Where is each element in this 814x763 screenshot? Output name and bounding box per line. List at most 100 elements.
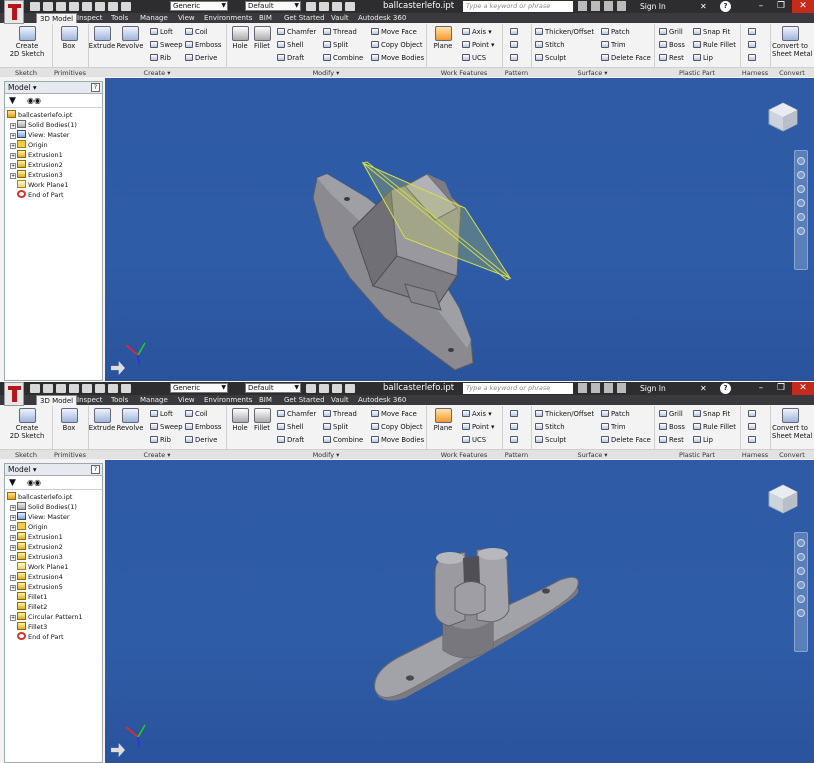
panel-label-create[interactable]: Create ▾ [88,67,226,77]
convert-sheet-metal-button[interactable]: Convert to Sheet Metal [772,408,813,440]
viewcube-icon[interactable] [766,482,800,516]
panel-label-plastic-part[interactable]: Plastic Part [654,449,740,459]
pan-icon[interactable] [797,553,805,561]
create-2d-sketch-button[interactable]: Create 2D Sketch [9,26,45,58]
delete-face-button[interactable]: Delete Face [601,53,651,63]
browser-header[interactable]: Model ▾? [5,464,102,476]
find-icon[interactable]: ◉◉ [27,96,41,105]
favorites-icon[interactable] [617,383,626,393]
look-at-icon[interactable] [797,595,805,603]
browser-help-icon[interactable]: ? [91,83,100,92]
expand-icon[interactable]: + [10,515,16,521]
panel-label-surface[interactable]: Surface ▾ [531,67,654,77]
harness-b-button[interactable] [748,422,758,432]
tree-node-fillet2[interactable]: Fillet2 [7,602,102,612]
tree-node-extrusion1[interactable]: + Extrusion1 [7,150,102,160]
thread-button[interactable]: Thread [323,409,357,419]
clear-icon[interactable] [319,384,329,393]
panel-label-harness[interactable]: Harness [740,67,770,77]
panel-label-modify[interactable]: Modify ▾ [226,67,426,77]
mirror-button[interactable] [510,435,520,445]
select-icon[interactable] [108,2,118,11]
tab-bim[interactable]: BIM [259,13,272,23]
graphics-viewport[interactable] [105,78,814,381]
plane-button[interactable]: Plane [425,408,461,432]
tab-tools[interactable]: Tools [111,13,128,23]
favorites-icon[interactable] [617,1,626,11]
panel-label-primitives[interactable]: Primitives [52,67,88,77]
close-icon[interactable]: ✕ [792,0,814,13]
tree-node-solid-bodies-1-[interactable]: + Solid Bodies(1) [7,502,102,512]
update-icon[interactable] [345,2,355,11]
sign-in-button[interactable]: Sign In [640,382,666,395]
panel-label-convert[interactable]: Convert [770,67,814,77]
sculpt-button[interactable]: Sculpt [535,53,566,63]
snap-fit-button[interactable]: Snap Fit [693,27,730,37]
expand-icon[interactable]: + [10,143,16,149]
tab-tools[interactable]: Tools [111,395,128,405]
open-file-icon[interactable] [43,384,53,393]
help-button[interactable]: ? [720,383,731,394]
point-button[interactable]: Point ▾ [462,40,494,50]
navbar-menu-icon[interactable] [797,227,805,235]
new-file-icon[interactable] [30,384,40,393]
panel-label-pattern[interactable]: Pattern [502,449,531,459]
shell-button[interactable]: Shell [277,422,304,432]
tree-node-solid-bodies-1-[interactable]: + Solid Bodies(1) [7,120,102,130]
save-icon[interactable] [56,2,66,11]
chamfer-button[interactable]: Chamfer [277,409,316,419]
harness-a-button[interactable] [748,27,758,37]
communication-icon[interactable] [604,383,613,393]
expand-icon[interactable]: + [10,173,16,179]
tab-3d-model[interactable]: 3D Model [36,395,78,405]
tree-node-ballcasterlefo-ipt[interactable]: ballcasterlefo.ipt [7,492,102,502]
copy-object-button[interactable]: Copy Object [371,40,423,50]
clear-icon[interactable] [319,2,329,11]
undo-icon[interactable] [69,384,79,393]
panel-label-convert[interactable]: Convert [770,449,814,459]
communication-icon[interactable] [604,1,613,11]
tree-node-fillet1[interactable]: Fillet1 [7,592,102,602]
search-input[interactable]: Type a keyword or phrase [463,1,573,12]
loft-button[interactable]: Loft [150,409,173,419]
select-icon[interactable] [108,384,118,393]
tab-manage[interactable]: Manage [140,13,168,23]
orbit-icon[interactable] [797,581,805,589]
tree-node-extrusion4[interactable]: + Extrusion4 [7,572,102,582]
tab-environments[interactable]: Environments [204,13,252,23]
panel-label-work-features[interactable]: Work Features [426,67,502,77]
orbit-icon[interactable] [797,199,805,207]
sign-in-button[interactable]: Sign In [640,0,666,13]
harness-b-button[interactable] [748,40,758,50]
mirror-button[interactable] [510,53,520,63]
split-button[interactable]: Split [323,422,348,432]
axis-button[interactable]: Axis ▾ [462,27,492,37]
expand-icon[interactable]: + [10,133,16,139]
adjust-icon[interactable] [306,2,316,11]
tree-node-origin[interactable]: + Origin [7,140,102,150]
rect-pattern-button[interactable] [510,27,520,37]
move-face-button[interactable]: Move Face [371,409,417,419]
ucs-button[interactable]: UCS [462,435,486,445]
panel-label-plastic-part[interactable]: Plastic Part [654,67,740,77]
panel-label-modify[interactable]: Modify ▾ [226,449,426,459]
tree-node-view-master[interactable]: + View: Master [7,130,102,140]
move-bodies-button[interactable]: Move Bodies [371,53,424,63]
coil-button[interactable]: Coil [185,409,208,419]
snap-fit-button[interactable]: Snap Fit [693,409,730,419]
expand-icon[interactable]: + [10,585,16,591]
rib-button[interactable]: Rib [150,53,171,63]
zoom-icon[interactable] [797,567,805,575]
inventor-logo-icon[interactable] [4,0,24,24]
boss-button[interactable]: Boss [659,422,685,432]
lip-button[interactable]: Lip [693,53,713,63]
appearance-dropdown[interactable]: Default ▼ [245,383,301,393]
tree-node-extrusion3[interactable]: + Extrusion3 [7,170,102,180]
tree-node-extrusion2[interactable]: + Extrusion2 [7,542,102,552]
redo-icon[interactable] [82,384,92,393]
function-icon[interactable] [332,2,342,11]
draft-button[interactable]: Draft [277,53,304,63]
lip-button[interactable]: Lip [693,435,713,445]
create-2d-sketch-button[interactable]: Create 2D Sketch [9,408,45,440]
rule-fillet-button[interactable]: Rule Fillet [693,422,736,432]
